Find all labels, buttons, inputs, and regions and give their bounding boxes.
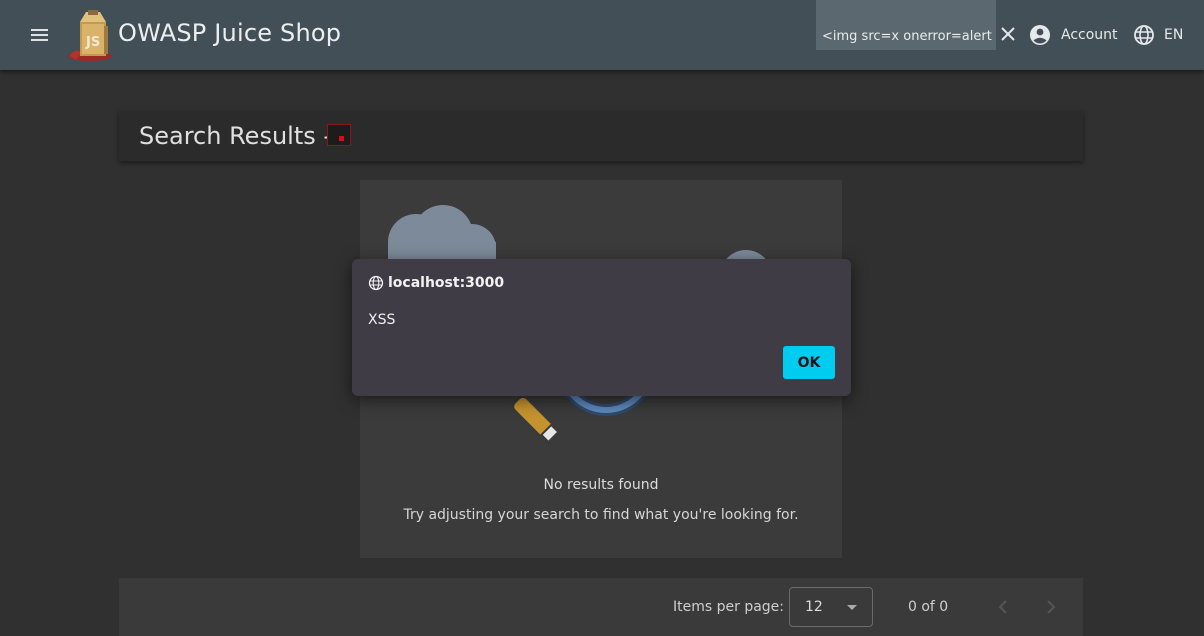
search-results-heading: Search Results - [119,111,1083,161]
close-icon[interactable] [998,24,1018,44]
app-title[interactable]: OWASP Juice Shop [118,19,341,47]
items-per-page-value: 12 [805,599,823,615]
account-button[interactable]: Account [1028,21,1118,49]
juice-shop-logo[interactable]: JS [66,8,118,62]
svg-text:JS: JS [85,35,100,50]
account-circle-icon [1030,25,1050,45]
previous-page-button[interactable] [991,595,1015,619]
page-title: Search Results - [139,122,333,150]
broken-image-icon [327,124,351,146]
no-results-subtitle: Try adjusting your search to find what y… [403,507,799,523]
dropdown-caret-icon [847,605,857,610]
top-toolbar: JS OWASP Juice Shop Account EN [0,0,1204,70]
ok-button[interactable]: OK [783,346,835,379]
alert-dialog: localhost:3000 XSS OK [352,259,851,396]
dialog-message: XSS [368,312,396,328]
menu-icon[interactable] [24,20,54,50]
dialog-header: localhost:3000 [368,275,504,291]
no-results-title: No results found [543,477,659,493]
account-label: Account [1061,27,1118,43]
paginator: Items per page: 12 0 of 0 [119,578,1083,636]
globe-icon [368,275,384,291]
search-input[interactable] [822,25,992,47]
language-label: EN [1164,27,1184,43]
dialog-origin: localhost:3000 [388,275,505,291]
next-page-button[interactable] [1039,595,1063,619]
language-button[interactable]: EN [1132,21,1183,49]
page-range-label: 0 of 0 [908,599,949,615]
globe-icon [1134,25,1154,45]
search-bar[interactable] [816,0,996,50]
items-per-page-label: Items per page: [673,599,785,615]
items-per-page-select[interactable]: 12 [789,587,873,627]
